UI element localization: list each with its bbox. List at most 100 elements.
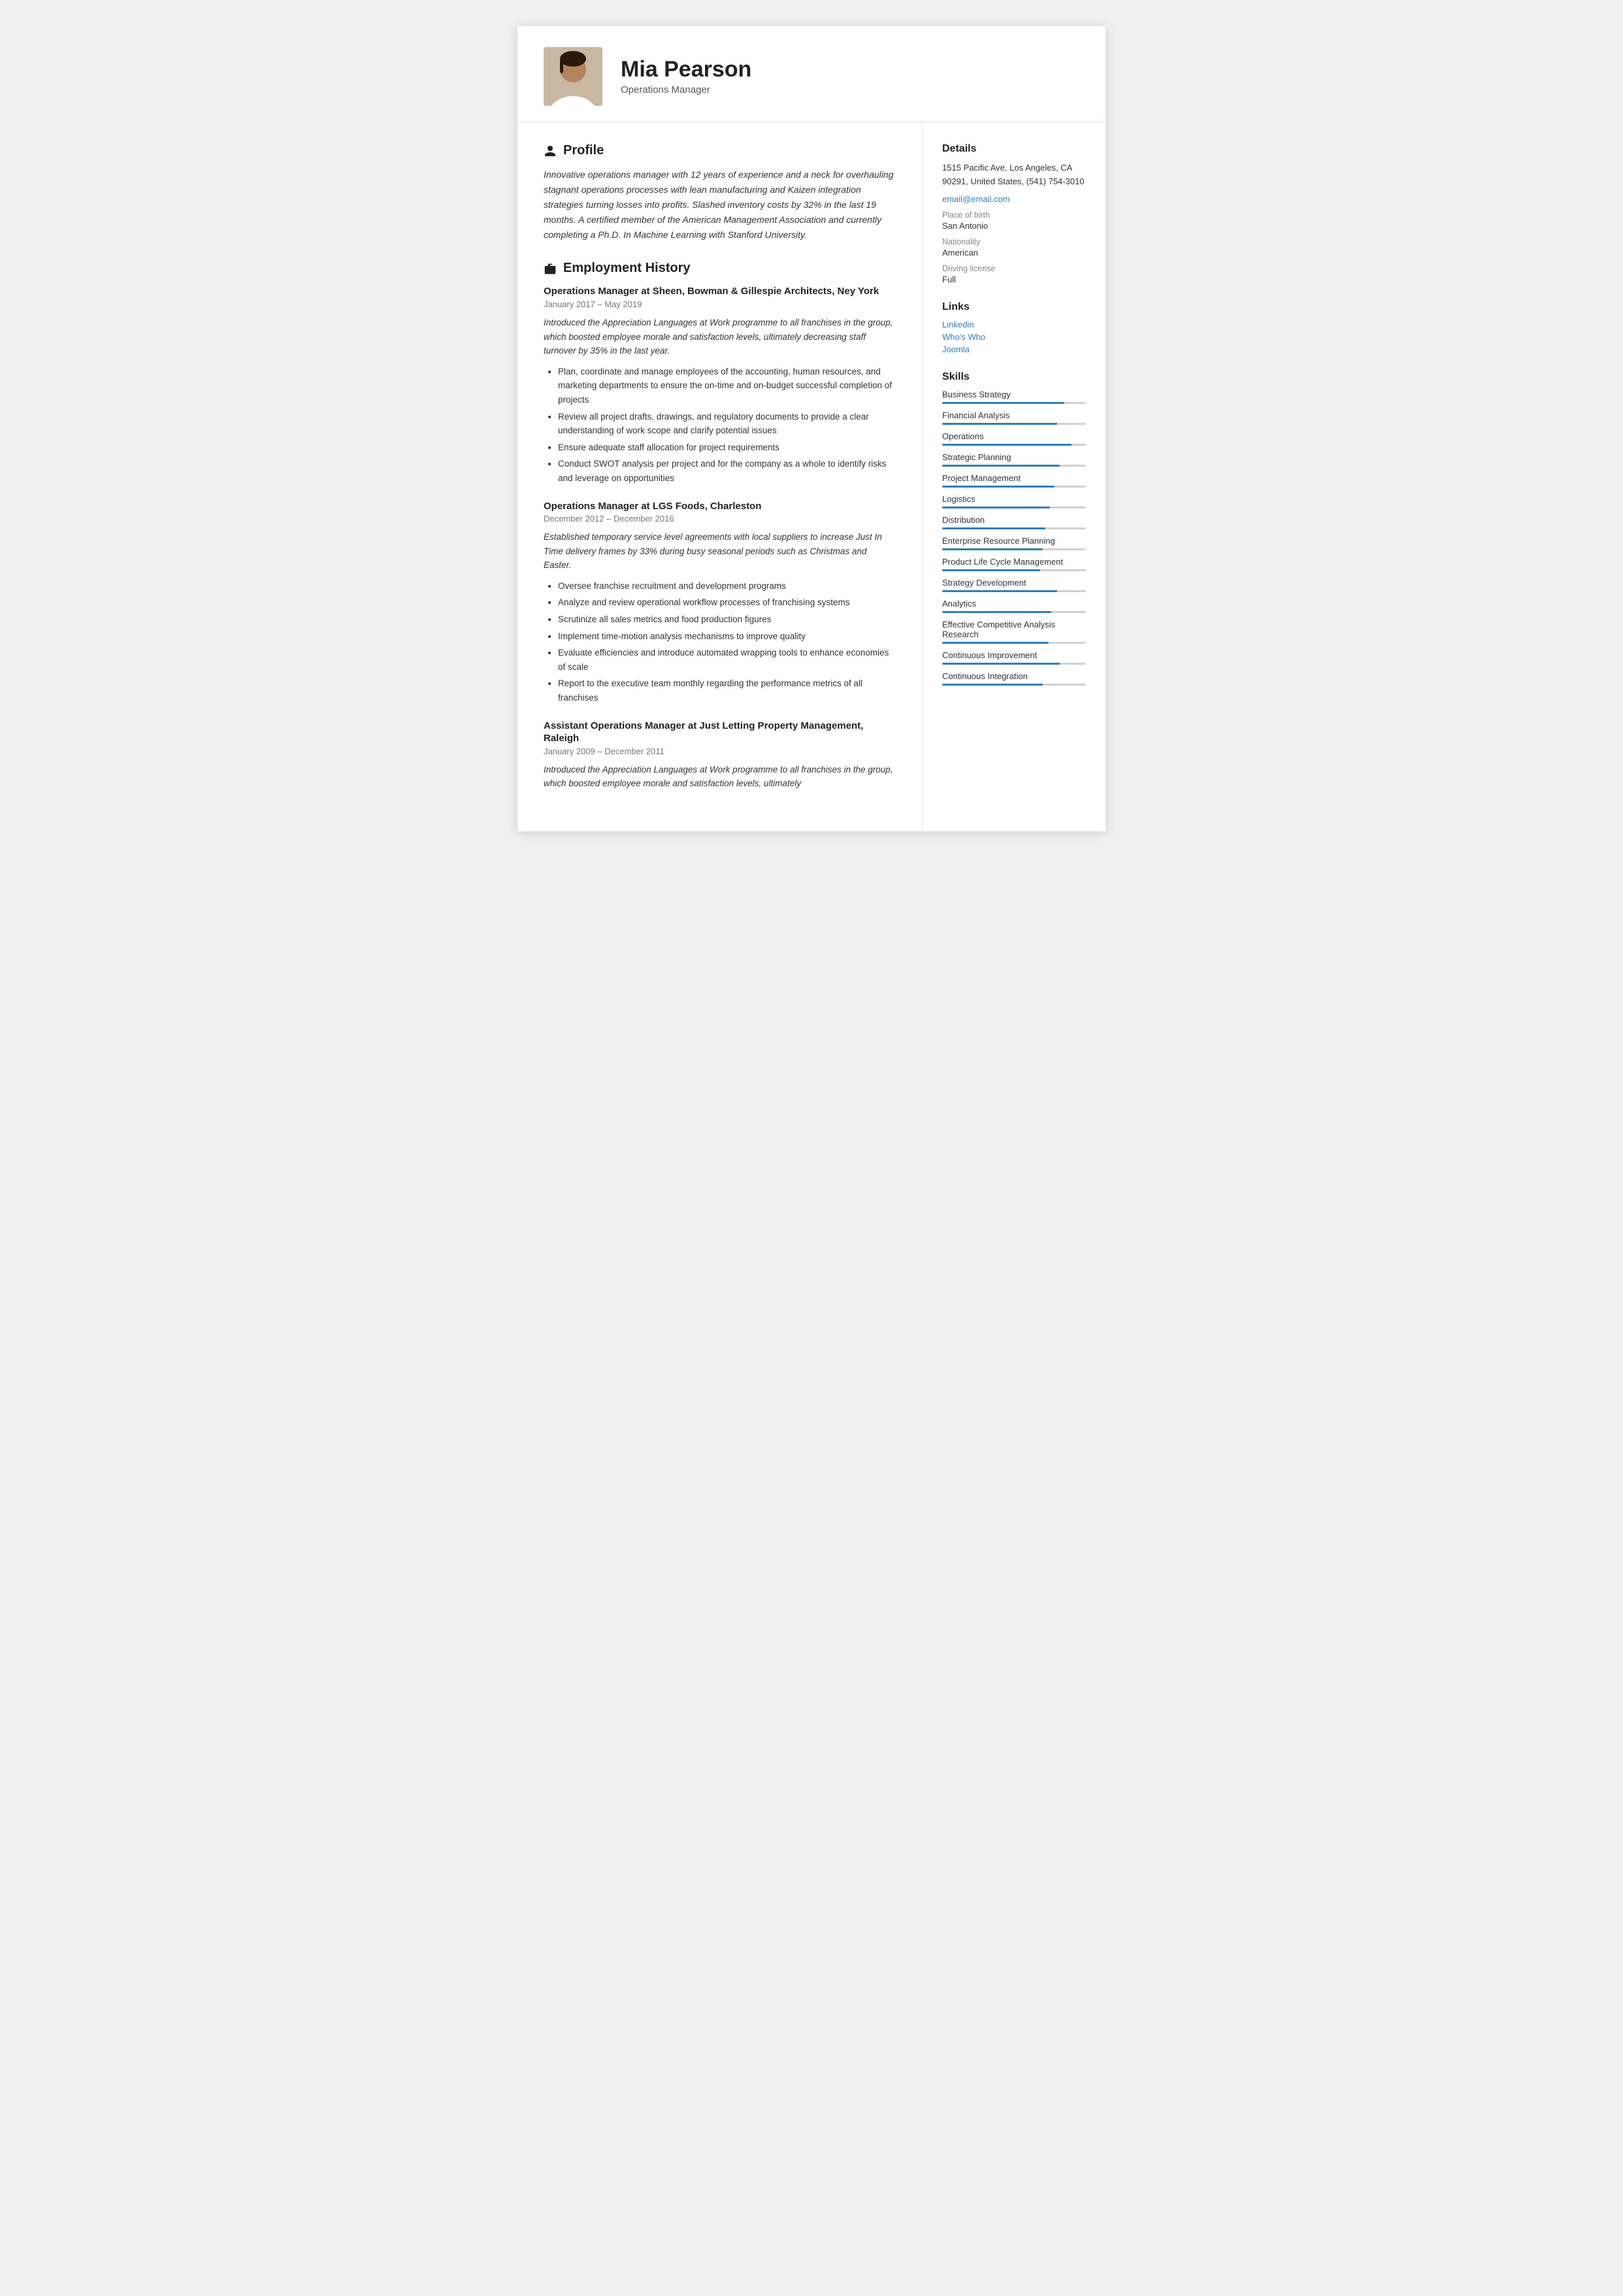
skill-name: Financial Analysis [942,410,1086,420]
skill-item: Logistics [942,494,1086,508]
driving-label: Driving license [942,264,1086,273]
skill-name: Business Strategy [942,390,1086,399]
profile-icon [544,144,557,158]
skill-bar-bg [942,590,1086,592]
skill-name: Enterprise Resource Planning [942,536,1086,546]
sidebar: Details 1515 Pacific Ave, Los Angeles, C… [923,122,1106,831]
skill-name: Strategic Planning [942,452,1086,462]
avatar [544,47,602,106]
job-desc-2: Established temporary service level agre… [544,530,896,573]
skill-item: Product Life Cycle Management [942,557,1086,571]
skill-name: Distribution [942,515,1086,525]
candidate-name: Mia Pearson [621,58,751,82]
header: Mia Pearson Operations Manager [517,26,1106,122]
skill-bar-fill [942,486,1055,488]
skill-name: Product Life Cycle Management [942,557,1086,567]
skill-name: Continuous Improvement [942,650,1086,660]
skill-bar-bg [942,507,1086,508]
nationality-label: Nationality [942,237,1086,246]
bullet: Analyze and review operational workflow … [558,595,896,610]
skill-item: Distribution [942,515,1086,529]
skill-bar-fill [942,548,1043,550]
bullet: Conduct SWOT analysis per project and fo… [558,457,896,485]
skill-bar-bg [942,486,1086,488]
skill-item: Analytics [942,599,1086,613]
skill-bar-fill [942,684,1043,686]
body: Profile Innovative operations manager wi… [517,122,1106,831]
link-linkedin[interactable]: Linkedin [942,320,1086,329]
place-of-birth-value: San Antonio [942,221,1086,231]
skill-bar-fill [942,527,1045,529]
skill-bar-bg [942,444,1086,446]
skill-bar-bg [942,465,1086,467]
place-of-birth-label: Place of birth [942,210,1086,220]
skill-bar-bg [942,642,1086,644]
bullet: Evaluate efficiencies and introduce auto… [558,646,896,674]
skill-item: Continuous Integration [942,671,1086,686]
bullet: Ensure adequate staff allocation for pro… [558,441,896,455]
employment-section-title: Employment History [544,261,896,276]
link-whos-who[interactable]: Who's Who [942,332,1086,342]
job-desc-1: Introduced the Appreciation Languages at… [544,316,896,358]
skill-name: Analytics [942,599,1086,608]
skill-bar-bg [942,611,1086,613]
skill-name: Continuous Integration [942,671,1086,681]
job-dates-3: January 2009 – December 2011 [544,746,896,756]
resume-container: Mia Pearson Operations Manager Profile I… [517,26,1106,831]
skill-item: Strategic Planning [942,452,1086,467]
skill-item: Continuous Improvement [942,650,1086,665]
details-section-title: Details [942,143,1086,155]
skill-name: Logistics [942,494,1086,504]
skill-bar-fill [942,402,1064,404]
skill-bar-bg [942,663,1086,665]
job-block-1: Operations Manager at Sheen, Bowman & Gi… [544,285,896,485]
skill-bar-bg [942,569,1086,571]
job-dates-1: January 2017 – May 2019 [544,299,896,309]
job-title-1: Operations Manager at Sheen, Bowman & Gi… [544,285,896,298]
bullet: Review all project drafts, drawings, and… [558,410,896,438]
header-info: Mia Pearson Operations Manager [621,58,751,95]
skill-bar-fill [942,611,1051,613]
skill-bar-fill [942,507,1050,508]
bullet: Report to the executive team monthly reg… [558,676,896,705]
job-desc-3: Introduced the Appreciation Languages at… [544,763,896,791]
job-dates-2: December 2012 – December 2016 [544,514,896,524]
skill-bar-bg [942,527,1086,529]
main-column: Profile Innovative operations manager wi… [517,122,923,831]
candidate-title: Operations Manager [621,84,751,95]
link-joomla[interactable]: Joomla [942,344,1086,354]
skill-bar-fill [942,642,1049,644]
nationality-value: American [942,248,1086,258]
bullet: Oversee franchise recruitment and develo… [558,579,896,593]
skill-bar-fill [942,590,1057,592]
details-email[interactable]: email@email.com [942,194,1086,204]
skill-item: Financial Analysis [942,410,1086,425]
skill-bar-bg [942,548,1086,550]
links-list: Linkedin Who's Who Joomla [942,320,1086,354]
skill-item: Business Strategy [942,390,1086,404]
bullet: Plan, coordinate and manage employees of… [558,365,896,407]
details-address: 1515 Pacific Ave, Los Angeles, CA 90291,… [942,161,1086,189]
skill-bar-fill [942,569,1040,571]
job-title-3: Assistant Operations Manager at Just Let… [544,720,896,745]
job-bullets-2: Oversee franchise recruitment and develo… [544,579,896,705]
skills-list: Business Strategy Financial Analysis Ope… [942,390,1086,686]
skill-name: Strategy Development [942,578,1086,588]
skill-bar-fill [942,663,1060,665]
skill-item: Enterprise Resource Planning [942,536,1086,550]
profile-text: Innovative operations manager with 12 ye… [544,167,896,242]
job-title-2: Operations Manager at LGS Foods, Charles… [544,500,896,513]
skill-bar-bg [942,423,1086,425]
skills-section-title: Skills [942,371,1086,383]
employment-icon [544,262,557,275]
bullet: Implement time-motion analysis mechanism… [558,629,896,644]
links-section-title: Links [942,301,1086,313]
skill-name: Project Management [942,473,1086,483]
skill-bar-bg [942,684,1086,686]
skill-item: Operations [942,431,1086,446]
profile-section-title: Profile [544,143,896,158]
skill-bar-fill [942,465,1060,467]
bullet: Scrutinize all sales metrics and food pr… [558,612,896,627]
skill-name: Operations [942,431,1086,441]
skill-item: Strategy Development [942,578,1086,592]
